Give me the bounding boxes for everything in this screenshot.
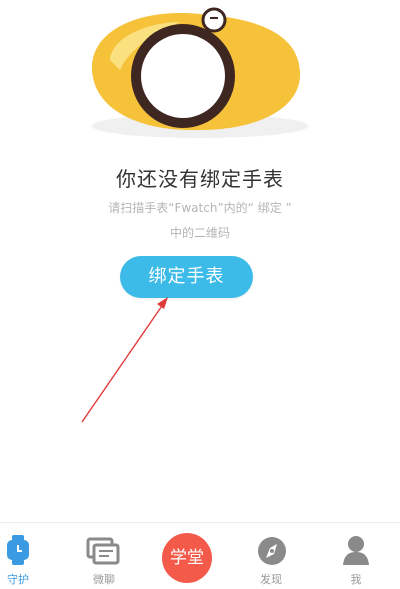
- watch-illustration: [91, 7, 308, 138]
- school-badge: 学堂: [162, 533, 212, 583]
- tab-label-me: 我: [350, 573, 362, 586]
- bottom-tab-bar: 守护 微聊 学堂 发现 我: [0, 522, 400, 589]
- watch-crown: [201, 7, 227, 33]
- bind-watch-button[interactable]: 绑定手表: [120, 256, 253, 298]
- chat-icon: [86, 537, 120, 565]
- empty-state-title: 你还没有绑定手表: [116, 167, 284, 191]
- tab-label-discover: 发现: [260, 573, 282, 586]
- annotation-arrow-line: [81, 299, 167, 423]
- tab-discover[interactable]: 发现: [254, 523, 294, 589]
- tab-school[interactable]: 学堂: [162, 523, 212, 589]
- tab-label-guard: 守护: [7, 573, 29, 586]
- scan-hint-line1: 请扫描手表“Fwatch”内的“ 绑定 ”: [108, 201, 292, 215]
- tab-guard[interactable]: 守护: [0, 523, 40, 589]
- annotation-arrow-head: [157, 297, 168, 309]
- tab-label-chat: 微聊: [93, 573, 115, 586]
- tab-chat[interactable]: 微聊: [84, 523, 124, 589]
- compass-icon: [258, 537, 286, 565]
- watch-face: [141, 34, 225, 118]
- scan-hint-line2: 中的二维码: [169, 226, 230, 240]
- person-icon: [343, 536, 369, 565]
- tab-me[interactable]: 我: [338, 523, 378, 589]
- watch-icon: [7, 535, 29, 565]
